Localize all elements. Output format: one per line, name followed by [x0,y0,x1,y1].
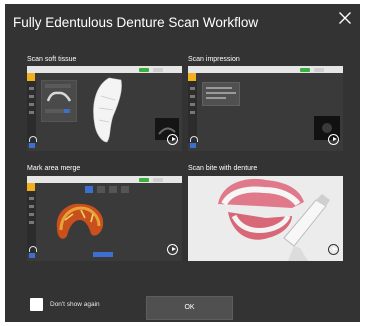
ok-button[interactable]: OK [146,296,233,320]
app-toolbar [188,66,343,73]
play-icon[interactable] [167,134,178,145]
settings-icon [29,253,35,258]
step-badge [188,73,196,81]
message-popup [202,82,240,106]
panel-label-scan-impression: Scan impression [188,56,240,63]
tool-sidebar [27,81,36,143]
settings-icon [29,143,35,148]
play-icon[interactable] [328,134,339,145]
settings-icon [190,143,196,148]
denture-photo-image [188,176,343,261]
panel-label-scan-bite-with-denture: Scan bite with denture [188,165,258,172]
tool-sidebar [188,81,197,143]
step-badge [27,183,35,191]
play-icon[interactable] [167,244,178,255]
headset-icon [29,246,37,252]
video-thumbnail-scan-impression[interactable] [188,66,343,151]
dialog-title: Fully Edentulous Denture Scan Workflow [13,15,259,30]
video-thumbnail-scan-bite-with-denture[interactable] [188,176,343,261]
tool-sidebar [27,191,36,253]
jaw-preview-icon [46,91,72,102]
video-thumbnail-mark-area-merge[interactable] [27,176,182,261]
preview-panel [41,80,77,122]
play-icon[interactable] [328,244,339,255]
panel-label-scan-soft-tissue: Scan soft tissue [27,56,77,63]
close-icon [339,12,351,24]
headset-icon [29,136,37,142]
app-toolbar [27,176,182,183]
app-toolbar [27,66,182,73]
close-button[interactable] [338,11,352,25]
status-bar [93,252,113,257]
merged-jaw-model-image [56,203,104,239]
headset-icon [190,136,198,142]
panel-label-mark-area-merge: Mark area merge [27,165,81,172]
step-badge [27,73,35,81]
scan-model-image [93,77,122,143]
dont-show-again-label: Don't show again [50,301,100,308]
video-thumbnail-scan-soft-tissue[interactable] [27,66,182,151]
dont-show-again-checkbox[interactable] [30,298,43,311]
mode-toolbar [85,185,131,194]
workflow-dialog: Fully Edentulous Denture Scan Workflow S… [5,4,360,322]
